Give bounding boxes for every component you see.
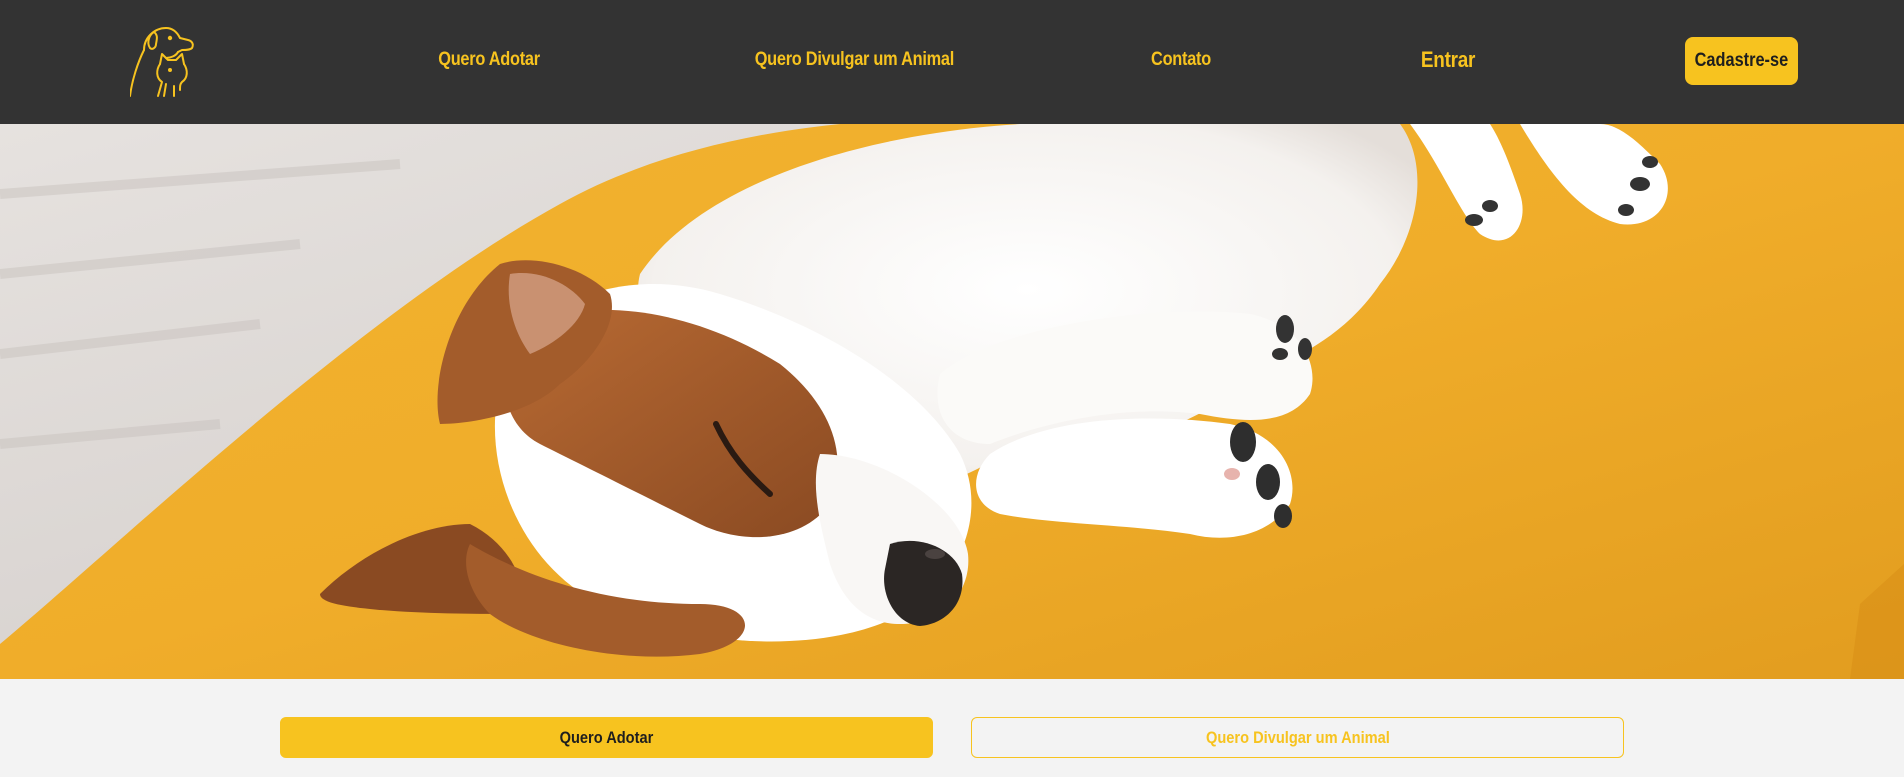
nav-quero-divulgar[interactable]: Quero Divulgar um Animal bbox=[755, 49, 955, 71]
dog-and-cat-logo-icon[interactable] bbox=[129, 24, 206, 100]
quero-adotar-button-label: Quero Adotar bbox=[559, 727, 654, 747]
nav-quero-adotar[interactable]: Quero Adotar bbox=[438, 49, 540, 71]
signup-button-label: Cadastre-se bbox=[1694, 50, 1789, 71]
quero-divulgar-button-label: Quero Divulgar um Animal bbox=[1205, 727, 1390, 747]
quero-adotar-button[interactable]: Quero Adotar bbox=[280, 717, 933, 758]
nav-contato[interactable]: Contato bbox=[1146, 49, 1217, 71]
site-header: Quero Adotar Quero Divulgar um Animal Co… bbox=[0, 0, 1904, 124]
quero-divulgar-button[interactable]: Quero Divulgar um Animal bbox=[971, 717, 1624, 758]
nav-entrar[interactable]: Entrar bbox=[1420, 47, 1477, 73]
signup-button[interactable]: Cadastre-se bbox=[1685, 37, 1798, 85]
hero-image-sleeping-puppy bbox=[0, 124, 1904, 679]
